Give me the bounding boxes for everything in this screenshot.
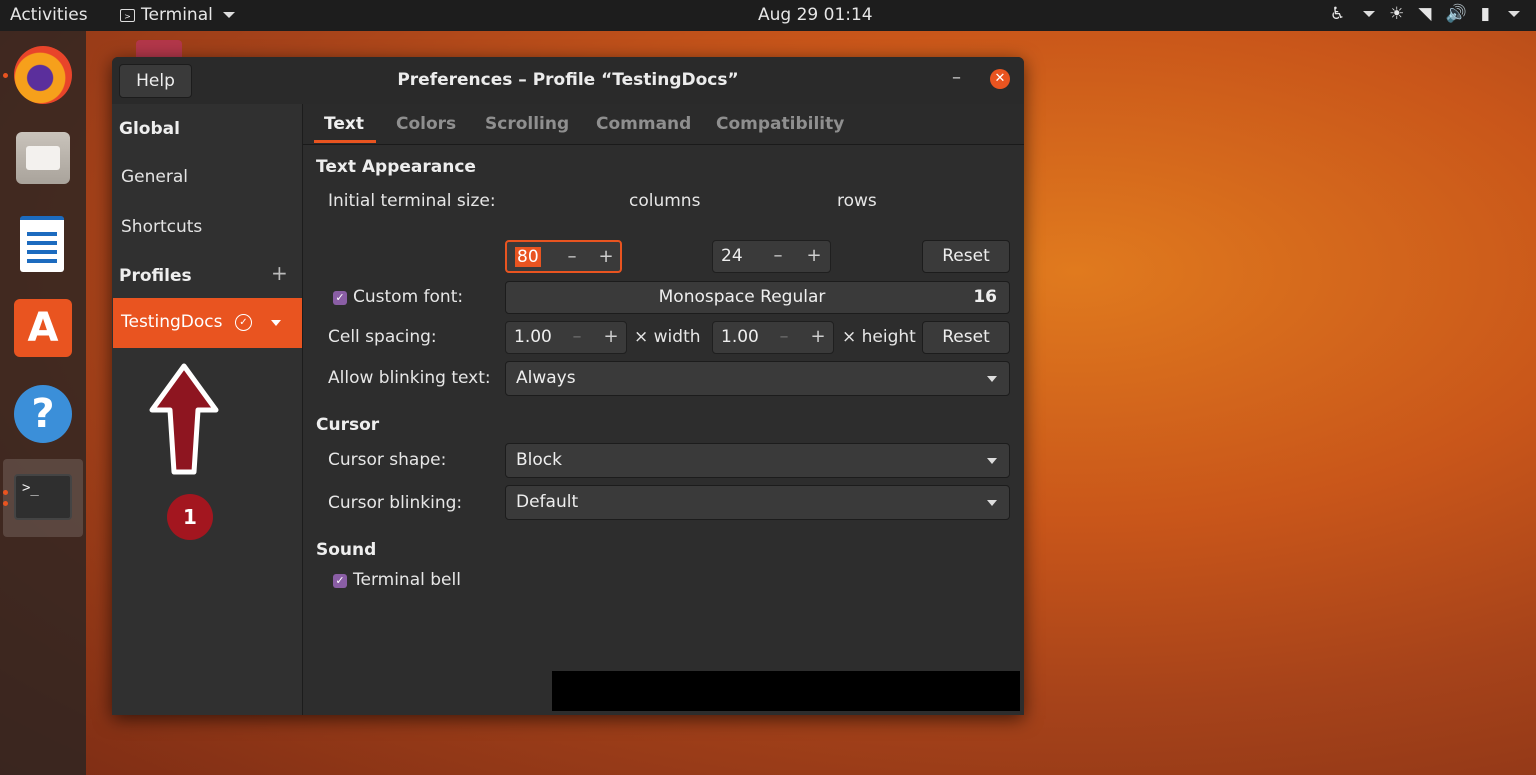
columns-stepper[interactable]: 80 – + [505,240,622,273]
sun-icon[interactable]: ☀ [1389,4,1404,24]
blink-text-dropdown[interactable]: Always [505,361,1010,396]
writer-icon[interactable] [20,216,64,272]
section-text-appearance: Text Appearance [316,157,476,177]
columns-label: columns [629,191,701,211]
dock: A ? >_ [0,31,86,775]
files-icon[interactable] [16,132,70,184]
sidebar-item-shortcuts[interactable]: Shortcuts [121,217,202,237]
tab-scrolling[interactable]: Scrolling [485,114,569,134]
active-tab-indicator [314,140,376,143]
cursor-shape-label: Cursor shape: [328,450,447,470]
height-increment[interactable]: + [803,326,833,347]
rows-decrement[interactable]: – [763,245,793,266]
height-spacing-value[interactable]: 1.00 [721,327,759,347]
custom-font-label: Custom font: [353,287,464,307]
cursor-blink-label: Cursor blinking: [328,493,463,513]
custom-font-checkbox[interactable]: ✓ [333,291,347,305]
columns-increment[interactable]: + [591,246,621,267]
chevron-down-icon [987,458,997,464]
chevron-down-icon[interactable] [1363,11,1376,17]
width-label: × width [634,327,701,347]
chevron-down-icon [222,12,235,18]
accessibility-icon[interactable]: ♿ [1330,4,1345,24]
section-cursor: Cursor [316,415,380,435]
rows-value[interactable]: 24 [721,246,743,266]
width-increment[interactable]: + [596,326,626,347]
cursor-shape-value: Block [516,450,562,470]
sidebar-heading-global: Global [119,119,180,139]
minimize-icon[interactable]: – [952,67,961,88]
top-bar: Activities > Terminal Aug 29 01:14 ♿ ☀ ◥… [0,0,1536,31]
cell-spacing-label: Cell spacing: [328,327,437,347]
font-size: 16 [973,287,997,307]
settings-panel: Text Colors Scrolling Command Compatibil… [303,104,1024,715]
reset-spacing-button[interactable]: Reset [922,321,1010,354]
help-icon[interactable]: ? [14,385,72,443]
reset-size-button[interactable]: Reset [922,240,1010,273]
running-indicator [3,490,8,495]
wifi-icon[interactable]: ◥ [1418,4,1431,24]
initial-size-label: Initial terminal size: [328,191,496,211]
height-spacing-stepper[interactable]: 1.00 – + [712,321,834,354]
width-spacing-value[interactable]: 1.00 [514,327,552,347]
section-sound: Sound [316,540,377,560]
font-chooser-button[interactable]: Monospace Regular 16 [505,281,1010,314]
height-decrement[interactable]: – [769,326,799,347]
sidebar-heading-profiles: Profiles [119,266,192,286]
app-menu[interactable]: > Terminal [120,5,235,25]
clock[interactable]: Aug 29 01:14 [758,5,873,25]
terminal-bell-checkbox[interactable]: ✓ [333,574,347,588]
cursor-blink-dropdown[interactable]: Default [505,485,1010,520]
terminal-bell-label: Terminal bell [353,570,461,590]
app-menu-label: Terminal [141,5,213,25]
running-indicator [3,73,8,78]
running-indicator [3,501,8,506]
terminal-icon[interactable]: >_ [14,474,72,520]
columns-decrement[interactable]: – [557,246,587,267]
sidebar-item-general[interactable]: General [121,167,188,187]
activities-button[interactable]: Activities [10,5,88,25]
tab-bar: Text Colors Scrolling Command Compatibil… [303,104,1024,145]
chevron-down-icon [987,376,997,382]
default-profile-icon: ✓ [235,314,252,331]
step-badge: 1 [167,494,213,540]
header-bar: Help Preferences – Profile “TestingDocs”… [112,57,1024,105]
annotation-arrow [149,363,219,475]
profile-name: TestingDocs [121,312,223,332]
add-profile-icon[interactable]: + [271,261,288,285]
tab-colors[interactable]: Colors [396,114,456,134]
terminal-small-icon: > [120,8,135,22]
blink-text-value: Always [516,368,576,388]
rows-stepper[interactable]: 24 – + [712,240,831,273]
battery-icon[interactable]: ▮ [1481,4,1490,24]
system-tray[interactable]: ♿ ☀ ◥ 🔊 ▮ [1330,4,1520,24]
tab-text[interactable]: Text [324,114,364,134]
chevron-down-icon [987,500,997,506]
rows-label: rows [837,191,877,211]
rows-increment[interactable]: + [799,245,829,266]
redacted-area [552,671,1020,711]
columns-value[interactable]: 80 [515,247,541,267]
close-icon[interactable]: ✕ [990,69,1010,89]
height-label: × height [842,327,916,347]
preferences-window: Help Preferences – Profile “TestingDocs”… [112,57,1024,715]
window-title: Preferences – Profile “TestingDocs” [397,70,739,90]
font-name: Monospace Regular [658,287,826,307]
software-icon[interactable]: A [14,299,72,357]
tab-command[interactable]: Command [596,114,691,134]
cursor-blink-value: Default [516,492,579,512]
profile-menu-icon[interactable] [271,320,281,326]
width-decrement[interactable]: – [562,326,592,347]
cursor-shape-dropdown[interactable]: Block [505,443,1010,478]
firefox-icon[interactable] [14,46,72,104]
tab-compatibility[interactable]: Compatibility [716,114,844,134]
chevron-down-icon[interactable] [1508,11,1520,17]
width-spacing-stepper[interactable]: 1.00 – + [505,321,627,354]
blink-text-label: Allow blinking text: [328,368,491,388]
sidebar-item-profile[interactable]: TestingDocs ✓ [113,298,302,348]
volume-icon[interactable]: 🔊 [1445,4,1466,24]
